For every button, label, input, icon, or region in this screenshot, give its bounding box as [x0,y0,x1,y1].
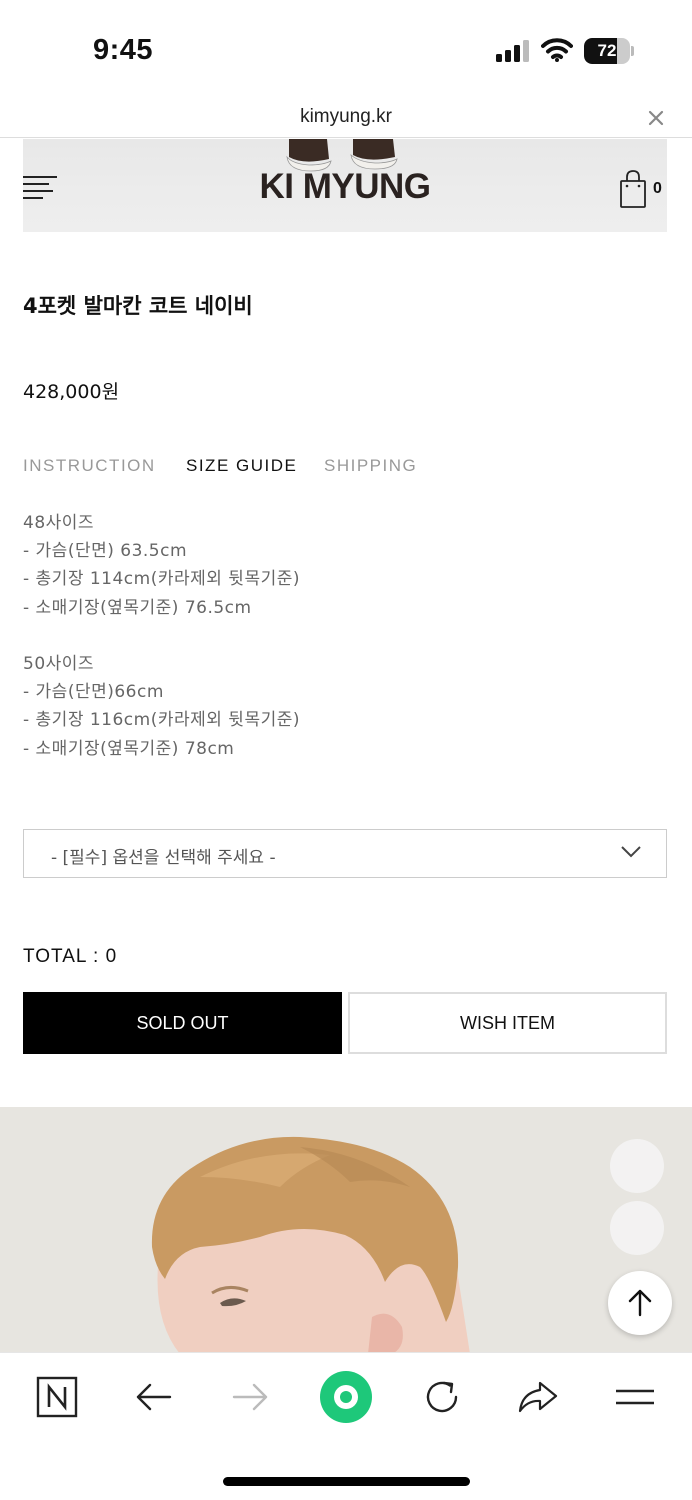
scroll-to-top-button[interactable] [608,1271,672,1335]
tab-shipping[interactable]: SHIPPING [324,456,417,476]
cellular-signal-icon [496,40,529,62]
browser-toolbar [0,1352,692,1500]
size-48-line: - 가슴(단면) 63.5cm [23,541,188,562]
size-50-title: 50사이즈 [23,653,95,674]
url-bar[interactable]: kimyung.kr [0,100,692,138]
status-bar: 9:45 72 [0,0,692,100]
wifi-icon [541,38,573,62]
site-logo[interactable]: KI MYUNG [23,167,667,207]
size-48-title: 48사이즈 [23,513,95,533]
wish-item-button[interactable]: WISH ITEM [348,992,667,1054]
size-50-line: - 총기장 116cm(카라제외 뒷목기준) [23,710,301,731]
forward-arrow-icon[interactable] [228,1375,272,1419]
total-display: TOTAL : 0 [23,946,117,968]
tab-size-guide[interactable]: SIZE GUIDE [186,456,297,476]
size-50-line: - 소매기장(옆목기준) 78cm [23,738,235,759]
site-header: KI MYUNG 0 [23,139,667,232]
total-value: 0 [105,946,118,967]
battery-icon: 72 [584,38,634,64]
menu-icon[interactable] [613,1375,657,1419]
chevron-down-icon [621,846,641,858]
green-dot-icon[interactable] [320,1371,372,1423]
product-photo [0,1107,692,1354]
product-price: 428,000원 [23,381,120,403]
model-photo-image [0,1107,692,1354]
total-label: TOTAL : [23,946,106,967]
product-title: 4포켓 발마칸 코트 네이비 [23,294,253,318]
status-time: 9:45 [93,34,154,66]
close-icon[interactable] [644,106,668,130]
reload-icon[interactable] [420,1375,464,1419]
shopping-bag-icon[interactable] [619,169,647,209]
size-guide-content: 48사이즈 - 가슴(단면) 63.5cm - 총기장 114cm(카라제외 뒷… [23,509,300,763]
battery-percent: 72 [597,41,617,60]
arrow-up-icon [628,1289,652,1317]
size-50-line: - 가슴(단면)66cm [23,682,164,703]
size-48-line: - 소매기장(옆목기준) 76.5cm [23,597,252,618]
url-text[interactable]: kimyung.kr [0,106,692,128]
cart-count: 0 [653,180,662,197]
size-48-line: - 총기장 114cm(카라제외 뒷목기준) [23,569,301,590]
floating-button[interactable] [610,1139,664,1193]
floating-button[interactable] [610,1201,664,1255]
option-select-value: - [필수] 옵션을 선택해 주세요 - [51,848,276,868]
option-select[interactable]: - [필수] 옵션을 선택해 주세요 - [23,829,667,878]
share-icon[interactable] [516,1375,560,1419]
tab-instruction[interactable]: INSTRUCTION [23,456,156,476]
home-indicator [223,1477,470,1486]
back-arrow-icon[interactable] [132,1375,176,1419]
naver-home-icon[interactable] [35,1375,79,1419]
sold-out-button[interactable]: SOLD OUT [23,992,342,1054]
